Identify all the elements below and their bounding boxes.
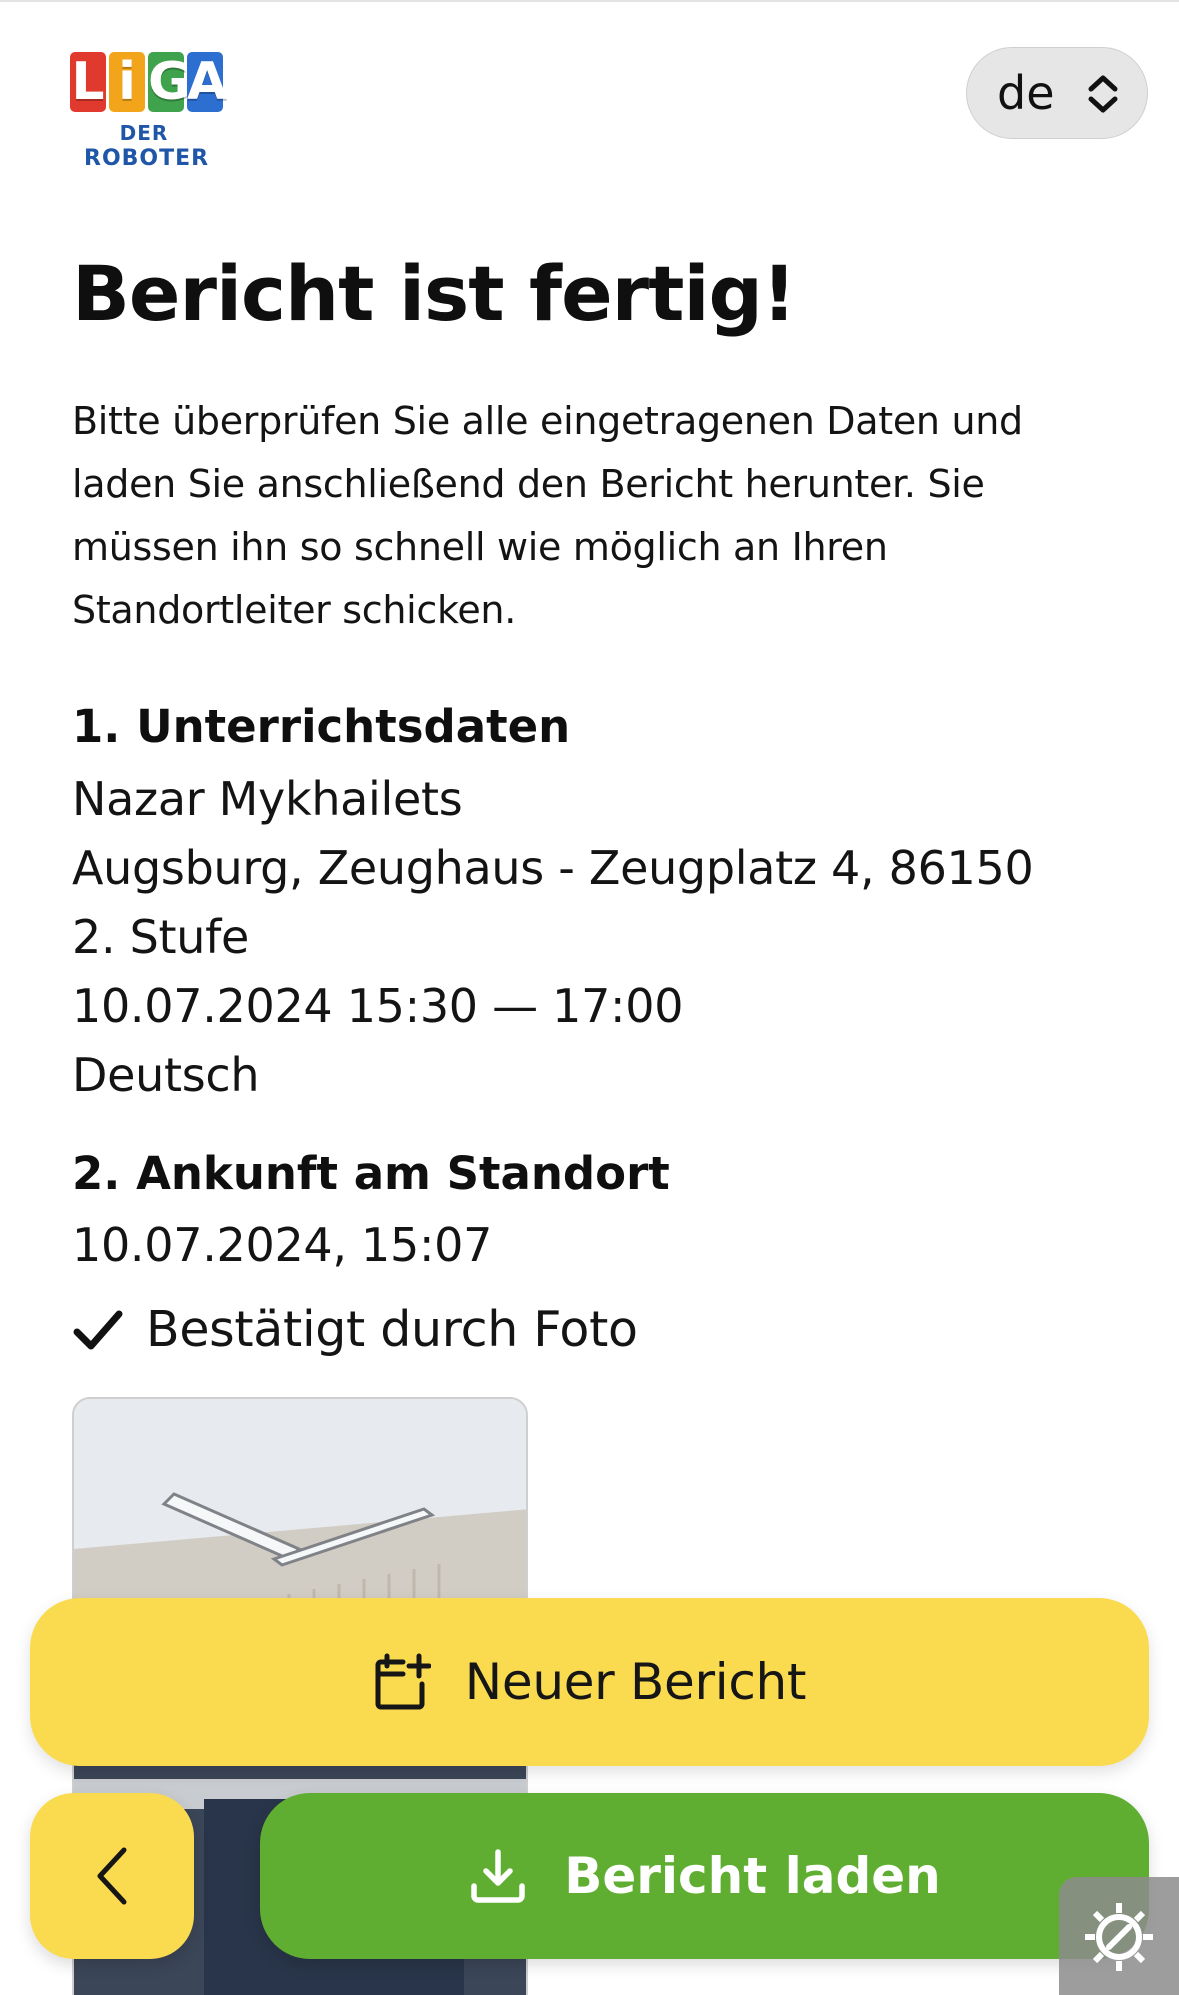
intro-text: Bitte überprüfen Sie alle eingetragenen … [72,399,1023,632]
language-select[interactable]: de [966,47,1148,139]
lesson-location: Augsburg, Zeughaus - Zeugplatz 4, 86150 [72,841,1034,895]
logo-wordmark: L i G A [70,52,228,112]
chevron-up-down-icon [1088,75,1118,113]
check-icon [73,1310,123,1350]
download-icon [471,1849,525,1903]
arrival-datetime: 10.07.2024, 15:07 [72,1218,493,1272]
logo-letter: i [109,52,145,112]
lesson-level: 2. Stufe [72,910,249,964]
logo-line-der: DER [119,121,169,145]
logo-line-roboter: ROBOTER [84,146,210,171]
report-ready-screen: L i G A DER ROBOTER de Bericht ist ferti… [0,0,1179,1995]
teacher-name: Nazar Mykhailets [72,772,463,826]
liga-der-roboter-logo: L i G A DER ROBOTER [70,52,230,182]
gear-icon [1085,1903,1153,1971]
settings-button[interactable] [1059,1877,1179,1995]
new-report-button[interactable]: Neuer Bericht [30,1598,1149,1766]
language-value: de [997,66,1055,120]
download-report-label: Bericht laden [564,1847,941,1905]
page-title: Bericht ist fertig! [72,249,797,338]
section-lesson-title: 1. Unterrichtsdaten [72,700,571,753]
new-report-label: Neuer Bericht [464,1653,807,1711]
chevron-left-icon [97,1847,127,1905]
logo-letter: G [148,52,191,112]
lesson-language: Deutsch [72,1048,260,1102]
logo-letter: A [187,52,228,112]
confirmation-text: Bestätigt durch Foto [146,1301,638,1358]
calendar-plus-icon [375,1653,431,1710]
section-arrival-title: 2. Ankunft am Standort [72,1147,670,1200]
download-report-button[interactable]: Bericht laden [260,1793,1149,1959]
back-button[interactable] [30,1793,194,1959]
lesson-datetime: 10.07.2024 15:30 — 17:00 [72,979,684,1033]
photo-confirmation: Bestätigt durch Foto [72,1300,638,1360]
logo-letter: L [70,52,106,112]
